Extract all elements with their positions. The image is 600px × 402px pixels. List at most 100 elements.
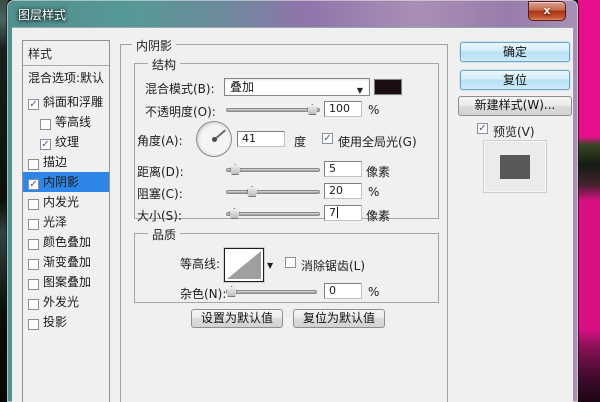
preview-label: 预览(V) bbox=[493, 125, 535, 139]
checkbox[interactable]: ✓ bbox=[40, 139, 51, 150]
slider-thumb[interactable] bbox=[228, 208, 240, 219]
slider-track bbox=[226, 108, 320, 112]
reset-default-button[interactable]: 复位为默认值 bbox=[293, 309, 385, 328]
slider-thumb[interactable] bbox=[229, 164, 241, 175]
noise-slider[interactable] bbox=[226, 286, 317, 298]
make-default-button[interactable]: 设置为默认值 bbox=[191, 309, 283, 328]
choke-label: 阻塞(C): bbox=[137, 187, 183, 201]
close-icon: x bbox=[543, 4, 551, 17]
style-preview-swatch bbox=[500, 155, 530, 179]
preview-checkbox[interactable]: ✓ bbox=[477, 123, 488, 134]
angle-label: 角度(A): bbox=[137, 134, 183, 148]
quality-legend: 品质 bbox=[148, 226, 181, 243]
opacity-unit: % bbox=[368, 103, 380, 117]
screen: 图层样式 x 样式 混合选项:默认 ✓ 斜面和浮雕 ✓ 等高线 ✓ 纹理 ✓ 描边 ✓ 内阴影 ✓ 内发… bbox=[0, 0, 600, 402]
styles-list-header: 样式 bbox=[28, 47, 53, 61]
checkbox[interactable]: ✓ bbox=[28, 239, 39, 250]
slider-track bbox=[226, 212, 320, 216]
sidebar-item-inner-glow[interactable]: ✓ 内发光 bbox=[23, 192, 109, 212]
use-global-light-label: 使用全局光(G) bbox=[338, 135, 417, 149]
noise-label: 杂色(N): bbox=[180, 287, 227, 301]
slider-thumb[interactable] bbox=[246, 186, 258, 197]
divider bbox=[23, 65, 109, 66]
titlebar[interactable]: 图层样式 x bbox=[7, 0, 578, 27]
noise-unit: % bbox=[368, 285, 380, 299]
contour-label: 等高线: bbox=[180, 257, 221, 271]
sidebar-item-label: 渐变叠加 bbox=[43, 255, 92, 269]
dialog-client-area: 样式 混合选项:默认 ✓ 斜面和浮雕 ✓ 等高线 ✓ 纹理 ✓ 描边 ✓ 内阴影 ✓ 内发光 ✓ 光泽 ✓ 颜色… bbox=[12, 27, 573, 402]
sidebar-item-stroke[interactable]: ✓ 描边 bbox=[23, 152, 109, 172]
angle-field[interactable]: 41 bbox=[237, 131, 285, 147]
slider-thumb[interactable] bbox=[306, 104, 318, 115]
blend-mode-label: 混合模式(B): bbox=[145, 82, 215, 96]
text-cursor bbox=[337, 207, 338, 218]
sidebar-item-label: 投影 bbox=[43, 315, 68, 329]
opacity-label: 不透明度(O): bbox=[145, 105, 216, 119]
close-button[interactable]: x bbox=[528, 1, 566, 21]
sidebar-item-label: 混合选项:默认 bbox=[28, 71, 105, 85]
sidebar-item-inner-shadow[interactable]: ✓ 内阴影 bbox=[23, 172, 109, 192]
sidebar-item-blending-options[interactable]: 混合选项:默认 bbox=[23, 68, 109, 88]
angle-center-dot bbox=[212, 137, 217, 142]
sidebar-item-color-overlay[interactable]: ✓ 颜色叠加 bbox=[23, 232, 109, 252]
noise-field[interactable]: 0 bbox=[324, 283, 362, 299]
new-style-button[interactable]: 新建样式(W)... bbox=[458, 96, 572, 116]
opacity-field[interactable]: 100 bbox=[324, 101, 362, 117]
checkbox[interactable]: ✓ bbox=[28, 219, 39, 230]
checkbox[interactable]: ✓ bbox=[28, 279, 39, 290]
ok-button[interactable]: 确定 bbox=[460, 42, 570, 62]
desktop-background-right bbox=[578, 0, 600, 402]
use-global-light-checkbox[interactable]: ✓ bbox=[322, 133, 333, 144]
sidebar-item-label: 外发光 bbox=[43, 295, 80, 309]
sidebar-item-bevel-and-emboss[interactable]: ✓ 斜面和浮雕 bbox=[23, 92, 109, 112]
distance-unit: 像素 bbox=[366, 165, 391, 179]
choke-unit: % bbox=[368, 185, 380, 199]
sidebar-item-texture[interactable]: ✓ 纹理 bbox=[23, 132, 109, 152]
blend-mode-select[interactable]: 叠加 ▼ bbox=[224, 78, 370, 96]
check-icon: ✓ bbox=[29, 99, 38, 110]
checkbox[interactable]: ✓ bbox=[28, 99, 39, 110]
linear-contour-thumbnail bbox=[227, 251, 261, 279]
sidebar-item-label: 图案叠加 bbox=[43, 275, 92, 289]
sidebar-item-drop-shadow[interactable]: ✓ 投影 bbox=[23, 312, 109, 332]
checkbox[interactable]: ✓ bbox=[28, 159, 39, 170]
panel-title: 内阴影 bbox=[132, 37, 177, 54]
slider-track bbox=[226, 290, 317, 294]
style-preview-thumbnail bbox=[483, 140, 547, 193]
checkbox[interactable]: ✓ bbox=[28, 199, 39, 210]
checkbox[interactable]: ✓ bbox=[28, 259, 39, 270]
sidebar-item-pattern-overlay[interactable]: ✓ 图案叠加 bbox=[23, 272, 109, 292]
sidebar-item-label: 描边 bbox=[43, 155, 68, 169]
choke-field[interactable]: 20 bbox=[324, 183, 362, 199]
opacity-slider[interactable] bbox=[226, 104, 320, 116]
reset-button[interactable]: 复位 bbox=[460, 70, 570, 90]
checkbox[interactable]: ✓ bbox=[28, 319, 39, 330]
checkbox[interactable]: ✓ bbox=[28, 299, 39, 310]
distance-slider[interactable] bbox=[226, 164, 320, 176]
sidebar-item-gradient-overlay[interactable]: ✓ 渐变叠加 bbox=[23, 252, 109, 272]
sidebar-item-label: 等高线 bbox=[55, 115, 92, 129]
checkbox[interactable]: ✓ bbox=[28, 179, 39, 190]
angle-dial[interactable] bbox=[196, 121, 232, 157]
slider-thumb[interactable] bbox=[226, 286, 237, 297]
structure-group: 结构 混合模式(B): 叠加 ▼ 不透明度(O): 100 % 角度(A): 4… bbox=[134, 56, 439, 223]
sidebar-item-label: 颜色叠加 bbox=[43, 235, 92, 249]
checkbox[interactable]: ✓ bbox=[40, 119, 51, 130]
contour-picker[interactable] bbox=[224, 248, 264, 282]
anti-alias-checkbox[interactable]: ✓ bbox=[285, 257, 296, 268]
shadow-color-swatch[interactable] bbox=[374, 79, 402, 95]
sidebar-item-label: 斜面和浮雕 bbox=[43, 95, 104, 109]
distance-field[interactable]: 5 bbox=[324, 161, 362, 177]
styles-list-items: 混合选项:默认✓斜面和浮雕✓等高线✓纹理✓描边✓内阴影✓内发光✓光泽✓颜色叠加✓… bbox=[23, 68, 109, 332]
check-icon: ✓ bbox=[41, 139, 50, 150]
check-icon: ✓ bbox=[478, 123, 487, 134]
contour-dropdown-icon[interactable]: ▼ bbox=[267, 261, 273, 270]
sidebar-item-contour[interactable]: ✓ 等高线 bbox=[23, 112, 109, 132]
size-slider[interactable] bbox=[226, 208, 320, 220]
check-icon: ✓ bbox=[323, 133, 332, 144]
size-field[interactable]: 7 bbox=[324, 205, 362, 221]
sidebar-item-satin[interactable]: ✓ 光泽 bbox=[23, 212, 109, 232]
sidebar-item-outer-glow[interactable]: ✓ 外发光 bbox=[23, 292, 109, 312]
choke-slider[interactable] bbox=[226, 186, 320, 198]
styles-list: 样式 混合选项:默认 ✓ 斜面和浮雕 ✓ 等高线 ✓ 纹理 ✓ 描边 ✓ 内阴影 ✓ 内发光 ✓ 光泽 ✓ 颜色… bbox=[22, 40, 110, 402]
